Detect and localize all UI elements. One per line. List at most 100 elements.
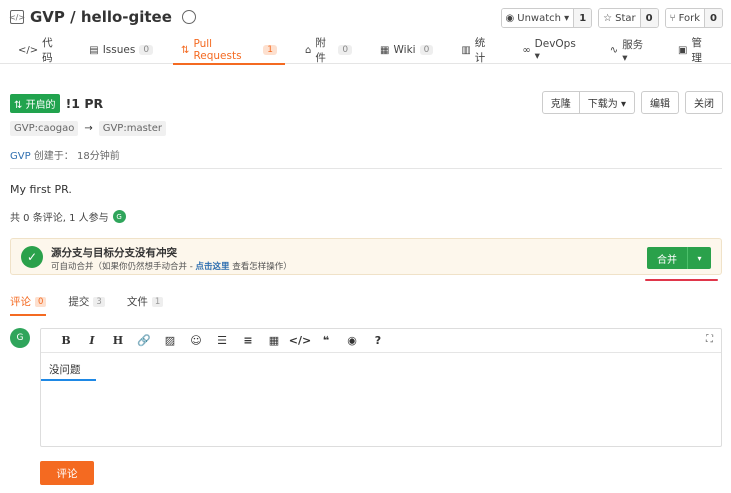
tab-label: Pull Requests	[193, 38, 242, 62]
subtab-count: 0	[35, 296, 47, 307]
merge-status-box: ✓ 源分支与目标分支没有冲突 可自动合并（如果你仍然想手动合并 - 点击这里 查…	[10, 238, 722, 275]
fork-count[interactable]: 0	[704, 9, 722, 27]
fullscreen-icon[interactable]: ⛶	[706, 334, 713, 345]
manual-merge-link[interactable]: 点击这里	[195, 262, 229, 272]
divider	[10, 168, 722, 169]
tab-count: 1	[263, 45, 278, 55]
table-icon[interactable]: ▦	[261, 334, 287, 347]
edit-button[interactable]: 编辑	[641, 91, 679, 114]
tab-manage[interactable]: ▣ 管理	[670, 36, 719, 64]
clone-download-group: 克隆 下载为 ▾	[541, 91, 635, 114]
subtab-count: 1	[151, 296, 164, 307]
star-count[interactable]: 0	[639, 9, 658, 27]
subtab-label: 提交	[68, 296, 90, 308]
fork-button[interactable]: ⑂ Fork 0	[664, 8, 723, 28]
attachment-icon: ⌂	[305, 44, 312, 56]
emoji-icon[interactable]: ☺	[183, 334, 209, 347]
subtab-files[interactable]: 文件 1	[126, 294, 164, 316]
tab-stats[interactable]: ▥ 统计	[453, 36, 502, 64]
branch-arrow-icon: →	[84, 123, 93, 134]
subtab-commits[interactable]: 提交 3	[68, 294, 105, 316]
manage-icon: ▣	[678, 44, 688, 56]
star-button[interactable]: ☆ Star 0	[598, 8, 659, 28]
ordered-list-icon[interactable]: ≡	[235, 334, 261, 347]
repo-title-area: </> GVP / hello-gitee	[9, 8, 196, 26]
tab-count: 0	[338, 45, 353, 55]
pr-description: My first PR.	[10, 183, 72, 196]
commenter-avatar[interactable]: G	[10, 328, 30, 348]
source-branch[interactable]: GVP:caogao	[10, 121, 79, 136]
tab-wiki[interactable]: ▦ Wiki 0	[372, 36, 441, 64]
tab-services[interactable]: ∿ 服务 ▾	[602, 36, 658, 64]
fork-icon: ⑂	[669, 12, 676, 24]
tab-pull-requests[interactable]: ⇅ Pull Requests 1	[173, 36, 286, 65]
pr-actions: 克隆 下载为 ▾ 编辑 关闭	[541, 91, 723, 114]
comment-editor[interactable]: B I H 🔗 ▨ ☺ ☰ ≡ ▦ </> ❝ ◉ ? ⛶ 没问题	[40, 328, 722, 447]
merge-subtitle-pre: 可自动合并（如果你仍然想手动合并 -	[51, 262, 196, 272]
tab-label: 附件	[315, 37, 326, 64]
pr-number: !1 PR	[65, 96, 104, 111]
repo-tabs: </> 代码 ▤ Issues 0 ⇅ Pull Requests 1 ⌂ 附件…	[10, 36, 731, 65]
pr-status-text: 开启的	[25, 100, 56, 111]
pr-stats: 共 0 条评论, 1 人参与 G	[10, 209, 126, 224]
star-icon: ☆	[603, 12, 613, 24]
merge-button[interactable]: 合并	[647, 247, 687, 269]
pull-request-icon: ⇅	[181, 44, 190, 56]
unordered-list-icon[interactable]: ☰	[209, 334, 235, 347]
pr-subtabs: 评论 0 提交 3 文件 1	[10, 294, 164, 316]
subtab-comments[interactable]: 评论 0	[10, 294, 47, 316]
issues-icon: ▤	[89, 44, 99, 56]
tab-label: 代码	[42, 37, 53, 64]
stats-icon: ▥	[461, 44, 471, 56]
tab-code[interactable]: </> 代码	[10, 36, 69, 64]
wiki-icon: ▦	[380, 44, 390, 56]
check-icon: ✓	[21, 246, 43, 268]
watch-count[interactable]: 1	[573, 9, 592, 27]
repo-name[interactable]: GVP / hello-gitee	[30, 8, 172, 26]
merge-dropdown-button[interactable]: ▾	[687, 247, 711, 269]
code-icon[interactable]: </>	[287, 334, 313, 347]
download-button[interactable]: 下载为 ▾	[579, 91, 635, 114]
comment-input[interactable]: 没问题	[49, 362, 81, 377]
link-icon[interactable]: 🔗	[131, 334, 157, 347]
bold-icon[interactable]: B	[53, 334, 79, 347]
pr-author[interactable]: GVP	[10, 151, 31, 162]
submit-comment-button[interactable]: 评论	[40, 461, 94, 485]
pr-branches: GVP:caogao → GVP:master	[10, 121, 166, 136]
tab-attachments[interactable]: ⌂ 附件 0	[297, 36, 360, 64]
italic-icon[interactable]: I	[79, 334, 105, 347]
star-label: Star	[615, 12, 636, 24]
help-icon[interactable]: ?	[365, 334, 391, 347]
heading-icon[interactable]: H	[105, 334, 131, 347]
image-icon[interactable]: ▨	[157, 334, 183, 347]
merge-status-title: 源分支与目标分支没有冲突	[51, 247, 177, 259]
participant-avatar[interactable]: G	[112, 210, 126, 223]
eye-icon: ◉	[505, 12, 515, 24]
tab-label: 服务 ▾	[622, 38, 644, 64]
watch-button[interactable]: ◉ Unwatch ▾ 1	[500, 8, 593, 28]
repo-actions: ◉ Unwatch ▾ 1 ☆ Star 0 ⑂ Fork 0	[500, 8, 723, 28]
quote-icon[interactable]: ❝	[313, 334, 339, 347]
services-icon: ∿	[609, 44, 619, 56]
highlight-underline	[645, 279, 718, 281]
tab-label: Issues	[102, 44, 136, 56]
devops-icon: ∞	[522, 44, 531, 56]
pr-heading: ⇅ 开启的 !1 PR	[10, 94, 103, 113]
tab-issues[interactable]: ▤ Issues 0	[81, 36, 161, 64]
repo-header: </> GVP / hello-gitee ◉ Unwatch ▾ 1 ☆ Star…	[0, 0, 731, 65]
tab-label: Wiki	[393, 44, 416, 56]
gvp-badge-icon	[181, 10, 196, 24]
merge-subtitle-post: 查看怎样操作）	[229, 262, 292, 272]
preview-icon[interactable]: ◉	[339, 334, 365, 347]
pr-status-badge: ⇅ 开启的	[10, 94, 60, 113]
repo-icon: </>	[9, 10, 25, 24]
tab-label: DevOps ▾	[534, 38, 576, 62]
close-pr-button[interactable]: 关闭	[685, 91, 723, 114]
merge-button-group: 合并 ▾	[647, 247, 711, 269]
clone-button[interactable]: 克隆	[541, 91, 580, 114]
fork-label: Fork	[678, 12, 701, 24]
target-branch[interactable]: GVP:master	[98, 121, 166, 136]
created-label: 创建于：	[33, 151, 74, 162]
tab-devops[interactable]: ∞ DevOps ▾	[514, 36, 589, 64]
subtab-label: 文件	[126, 296, 148, 308]
